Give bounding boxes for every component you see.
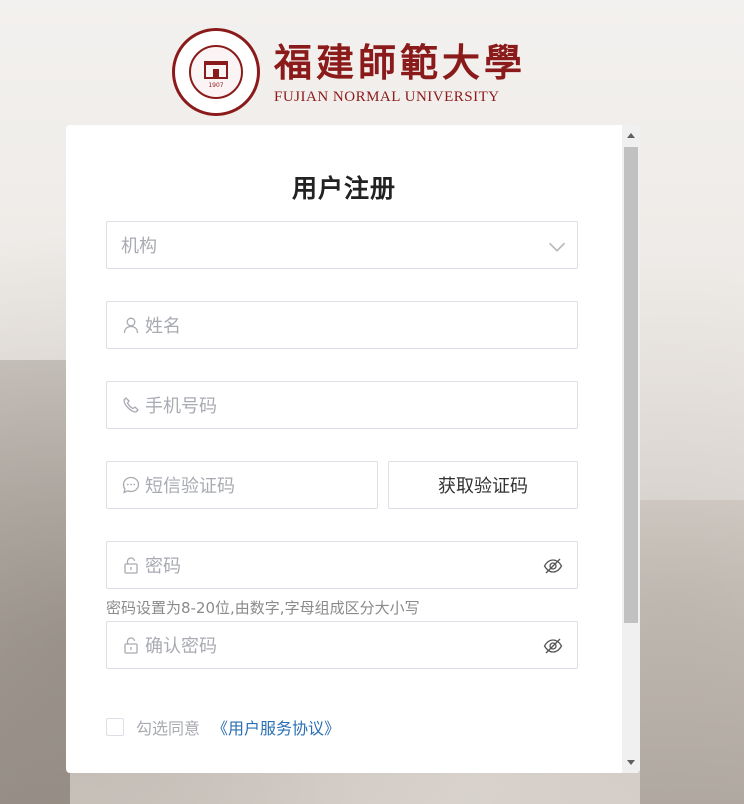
lock-icon (122, 556, 140, 574)
scroll-up-arrow-icon[interactable] (627, 133, 635, 138)
university-seal-logo: 1907 (172, 28, 260, 116)
name-input[interactable]: 姓名 (106, 301, 578, 349)
institution-select[interactable]: 机构 (106, 221, 578, 269)
eye-off-icon[interactable] (543, 556, 563, 576)
university-name-cn: 福建師範大學 (274, 39, 527, 85)
eye-off-icon[interactable] (543, 636, 563, 656)
seal-inner-ring: 1907 (189, 45, 243, 99)
name-placeholder: 姓名 (145, 316, 181, 337)
phone-input[interactable]: 手机号码 (106, 381, 578, 429)
chat-bubble-icon (122, 476, 140, 494)
chevron-down-icon (547, 237, 566, 253)
vertical-scrollbar[interactable] (622, 125, 640, 773)
password-input[interactable]: 密码 (106, 541, 578, 589)
university-name-en: FUJIAN NORMAL UNIVERSITY (274, 88, 500, 105)
agreement-row: 勾选同意 《用户服务协议》 (106, 715, 340, 739)
page-title: 用户注册 (291, 174, 396, 203)
get-code-button[interactable]: 获取验证码 (388, 461, 578, 509)
phone-icon (122, 396, 140, 414)
confirm-password-input[interactable]: 确认密码 (106, 621, 578, 669)
background-building-left (0, 360, 70, 804)
confirm-password-placeholder: 确认密码 (145, 636, 217, 657)
seal-year: 1907 (208, 82, 224, 89)
sms-code-input[interactable]: 短信验证码 (106, 461, 378, 509)
institution-placeholder: 机构 (121, 236, 157, 257)
agree-checkbox[interactable] (106, 718, 124, 736)
university-name: 福建師範大學 FUJIAN NORMAL UNIVERSITY (274, 39, 526, 106)
phone-placeholder: 手机号码 (145, 396, 217, 417)
seal-gate-icon (204, 61, 228, 79)
lock-icon (122, 636, 140, 654)
user-agreement-link[interactable]: 《用户服务协议》 (212, 715, 340, 739)
password-hint: 密码设置为8-20位,由数字,字母组成区分大小写 (106, 599, 420, 617)
sms-code-placeholder: 短信验证码 (145, 476, 235, 497)
university-header: 1907 福建師範大學 FUJIAN NORMAL UNIVERSITY (172, 26, 542, 118)
scroll-down-arrow-icon[interactable] (627, 760, 635, 765)
agree-label: 勾选同意 (136, 719, 201, 738)
register-card: 用户注册 机构 姓名 手机号码 短信验证码 获取验证码 密码 密码设置为8-20… (66, 125, 640, 773)
scrollbar-thumb[interactable] (624, 147, 638, 623)
password-placeholder: 密码 (145, 556, 181, 577)
user-icon (122, 316, 140, 334)
background-building-right (640, 500, 744, 804)
